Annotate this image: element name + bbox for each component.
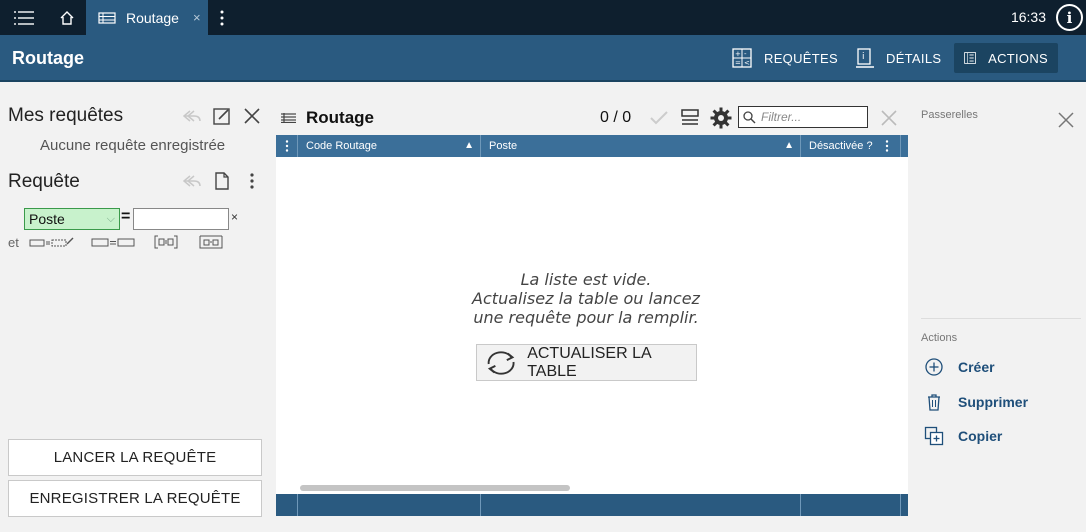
refresh-label: ACTUALISER LA TABLE xyxy=(527,344,651,380)
clock: 16:33 xyxy=(1010,9,1046,25)
run-query-button[interactable]: LANCER LA REQUÊTE xyxy=(8,439,262,476)
delete-action[interactable]: Supprimer xyxy=(924,390,1028,414)
more-vertical-icon[interactable] xyxy=(242,171,262,191)
details-label: DÉTAILS xyxy=(886,50,942,66)
column-code-routage[interactable]: Code Routage ▲ xyxy=(297,135,480,157)
grid-header: Code Routage ▲ Poste ▲ Désactivée ? xyxy=(276,135,908,157)
undo-query-icon[interactable] xyxy=(182,172,202,190)
settings-gear-icon[interactable] xyxy=(709,106,733,130)
undo-icon[interactable] xyxy=(182,107,202,125)
filter-placeholder: Filtrer... xyxy=(761,110,802,124)
queries-icon: + -= < xyxy=(732,48,752,68)
saved-queries-title: Mes requêtes xyxy=(8,105,124,126)
actions-label: ACTIONS xyxy=(988,50,1048,66)
empty-list-message: La liste est vide. Actualisez la table o… xyxy=(276,270,896,327)
top-bar: Routage × 16:33 i xyxy=(0,0,1086,35)
queries-button[interactable]: + - = < REQUÊTES xyxy=(722,43,848,73)
chevron-down-icon: ⌵ xyxy=(106,213,115,225)
sort-asc-icon: ▲ xyxy=(464,140,474,151)
empty-line-3: une requête pour la remplir. xyxy=(473,308,699,327)
home-icon[interactable] xyxy=(48,0,86,35)
tab-close-icon[interactable]: × xyxy=(193,10,201,25)
actions-button[interactable]: ACTIONS xyxy=(954,43,1058,73)
column-label: Poste xyxy=(489,140,518,152)
and-label: et xyxy=(8,235,19,250)
check-icon[interactable] xyxy=(648,108,670,128)
actions-icon xyxy=(964,52,976,64)
edit-icon[interactable] xyxy=(212,106,232,126)
value-input[interactable] xyxy=(133,208,229,230)
copy-label: Copier xyxy=(958,428,1003,444)
horizontal-scrollbar[interactable] xyxy=(300,485,570,491)
details-button[interactable]: i DÉTAILS xyxy=(846,43,951,73)
new-document-icon[interactable] xyxy=(212,171,232,191)
close-panel-icon[interactable] xyxy=(242,106,262,126)
save-query-button[interactable]: ENREGISTRER LA REQUÊTE xyxy=(8,480,262,517)
menu-icon[interactable] xyxy=(0,0,48,35)
actions-title: Actions xyxy=(921,332,958,344)
query-title: Requête xyxy=(8,171,80,192)
filter-input[interactable]: Filtrer... xyxy=(738,106,868,128)
tab-label: Routage xyxy=(126,9,179,26)
plus-circle-icon xyxy=(925,358,943,376)
svg-text:=: = xyxy=(735,59,741,67)
svg-text:+: + xyxy=(735,50,741,58)
close-filter-icon[interactable] xyxy=(878,108,900,128)
data-grid: Code Routage ▲ Poste ▲ Désactivée ? La l… xyxy=(276,135,908,516)
column-desactivee[interactable]: Désactivée ? xyxy=(800,135,880,157)
svg-text:-: - xyxy=(744,50,747,58)
field-select[interactable]: Poste ⌵ xyxy=(24,208,120,230)
search-icon xyxy=(743,111,756,124)
page-header: Routage + - = < REQUÊTES i DÉTAILS ACTIONS xyxy=(0,35,1086,82)
add-condition-icon[interactable] xyxy=(29,235,75,249)
page-title: Routage xyxy=(12,48,84,68)
add-subgroup-icon[interactable] xyxy=(199,234,223,250)
delete-label: Supprimer xyxy=(958,394,1029,410)
column-poste[interactable]: Poste ▲ xyxy=(480,135,800,157)
more-vertical-icon[interactable] xyxy=(208,0,236,35)
info-icon[interactable]: i xyxy=(1056,4,1083,31)
copy-icon xyxy=(924,426,944,446)
svg-text:i: i xyxy=(862,52,865,62)
create-action[interactable]: Créer xyxy=(924,355,995,379)
remove-condition-icon[interactable]: × xyxy=(231,210,238,224)
queries-label: REQUÊTES xyxy=(764,50,838,66)
list-icon xyxy=(280,112,296,124)
svg-text:<: < xyxy=(744,59,750,67)
saved-queries-empty: Aucune requête enregistrée xyxy=(40,137,226,154)
divider xyxy=(921,318,1081,319)
close-right-panel-icon[interactable] xyxy=(1056,110,1076,130)
create-label: Créer xyxy=(958,359,995,375)
add-equality-icon[interactable] xyxy=(91,235,135,249)
grid-footer xyxy=(276,494,908,516)
column-label: Code Routage xyxy=(306,140,377,152)
copy-action[interactable]: Copier xyxy=(924,424,1002,448)
details-icon: i xyxy=(856,48,874,68)
add-group-icon[interactable] xyxy=(154,234,178,250)
operator-equals[interactable]: = xyxy=(121,208,130,226)
trash-icon xyxy=(928,394,940,411)
column-label: Désactivée ? xyxy=(809,140,873,152)
field-select-value: Poste xyxy=(29,211,65,227)
routage-grid-panel: Routage 0 / 0 Filtrer... Code Routage ▲ … xyxy=(276,100,908,516)
gateways-title: Passerelles xyxy=(921,109,978,121)
table-icon xyxy=(98,11,116,24)
query-panel: Mes requêtes Aucune requête enregistrée … xyxy=(0,82,268,532)
record-count: 0 / 0 xyxy=(600,109,632,126)
layout-icon[interactable] xyxy=(679,107,701,129)
column-menu-icon[interactable] xyxy=(284,139,290,153)
empty-line-1: La liste est vide. xyxy=(520,270,652,289)
actions-panel: Passerelles Actions Créer Supprimer Copi… xyxy=(908,82,1086,532)
empty-line-2: Actualisez la table ou lancez xyxy=(472,289,700,308)
sort-asc-icon: ▲ xyxy=(784,140,794,151)
refresh-icon xyxy=(487,350,515,375)
column-options-icon[interactable] xyxy=(884,139,890,153)
grid-title: Routage xyxy=(306,108,374,127)
refresh-table-button[interactable]: ACTUALISER LA TABLE xyxy=(476,344,697,381)
tab-routage[interactable]: Routage × xyxy=(86,0,208,35)
